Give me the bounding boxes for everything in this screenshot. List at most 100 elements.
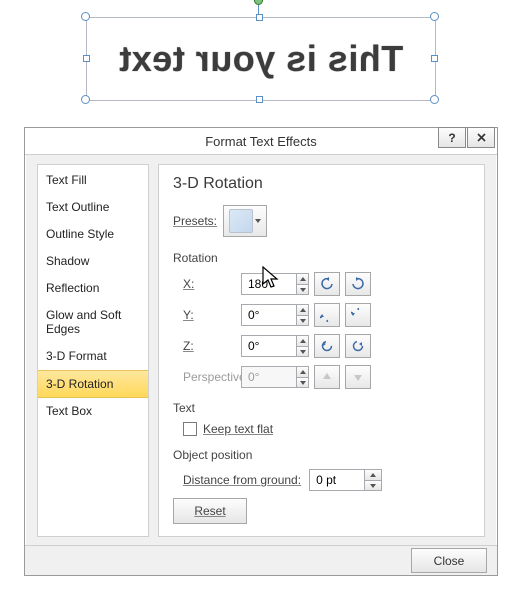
spinner-up-button[interactable] xyxy=(365,470,381,481)
rotation-y-label: Y: xyxy=(183,308,241,322)
resize-handle-e[interactable] xyxy=(431,55,438,62)
sidebar-item-label: Reflection xyxy=(46,281,99,295)
chevron-down-icon xyxy=(370,484,376,488)
distance-spinner[interactable] xyxy=(309,469,382,491)
rotation-z-label: Z: xyxy=(183,339,241,353)
sidebar-item-3d-rotation[interactable]: 3-D Rotation xyxy=(38,370,148,398)
sidebar-item-text-fill[interactable]: Text Fill xyxy=(38,167,148,194)
sidebar-item-glow[interactable]: Glow and Soft Edges xyxy=(38,302,148,343)
text-box-frame[interactable]: This is your text xyxy=(86,17,436,101)
resize-handle-s[interactable] xyxy=(256,96,263,103)
rotate-y-down-button[interactable] xyxy=(345,303,371,327)
spinner-down-button xyxy=(297,378,308,388)
chevron-down-icon xyxy=(255,219,261,223)
rotate-up-icon xyxy=(320,308,334,322)
sidebar-item-text-box[interactable]: Text Box xyxy=(38,398,148,425)
rotation-z-input[interactable] xyxy=(241,335,296,357)
arrow-down-icon xyxy=(352,371,364,383)
presets-label: Presets: xyxy=(173,214,217,228)
rotate-y-up-button[interactable] xyxy=(314,303,340,327)
rotate-cw-icon xyxy=(351,339,365,353)
sidebar-item-outline-style[interactable]: Outline Style xyxy=(38,221,148,248)
rotation-x-spinner[interactable] xyxy=(241,273,309,295)
sidebar-item-label: Text Fill xyxy=(46,173,87,187)
close-x-button[interactable] xyxy=(467,127,495,148)
resize-handle-se[interactable] xyxy=(430,95,439,104)
sidebar-item-label: Glow and Soft Edges xyxy=(46,308,121,336)
rotation-handle[interactable] xyxy=(254,0,263,5)
perspective-input xyxy=(241,366,296,388)
spinner-up-button[interactable] xyxy=(297,305,308,316)
rotate-x-left-button[interactable] xyxy=(314,272,340,296)
resize-handle-sw[interactable] xyxy=(81,95,90,104)
category-sidebar: Text Fill Text Outline Outline Style Sha… xyxy=(37,164,149,537)
rotation-panel: 3-D Rotation Presets: Rotation X: xyxy=(158,164,485,537)
format-text-effects-dialog: Format Text Effects ? Text Fill Text Out… xyxy=(24,127,498,576)
resize-handle-nw[interactable] xyxy=(81,12,90,21)
spinner-down-button[interactable] xyxy=(297,347,308,357)
rotate-z-ccw-button[interactable] xyxy=(314,334,340,358)
dialog-titlebar[interactable]: Format Text Effects ? xyxy=(25,128,497,155)
close-button[interactable]: Close xyxy=(411,548,487,573)
sidebar-item-text-outline[interactable]: Text Outline xyxy=(38,194,148,221)
keep-text-flat-checkbox[interactable]: Keep text flat xyxy=(183,422,472,436)
distance-label: Distance from ground: xyxy=(183,473,301,487)
rotate-right-icon xyxy=(351,277,365,291)
chevron-down-icon xyxy=(300,350,306,354)
help-button[interactable]: ? xyxy=(438,127,466,148)
rotate-x-right-button[interactable] xyxy=(345,272,371,296)
chevron-down-icon xyxy=(300,319,306,323)
rotate-ccw-icon xyxy=(320,339,334,353)
resize-handle-w[interactable] xyxy=(83,55,90,62)
canvas: This is your text Format Text Effects ? … xyxy=(0,0,520,593)
chevron-up-icon xyxy=(300,277,306,281)
rotation-x-input[interactable] xyxy=(241,273,296,295)
rotation-x-label: X: xyxy=(183,277,241,291)
help-icon: ? xyxy=(448,131,455,145)
sidebar-item-label: Outline Style xyxy=(46,227,114,241)
perspective-label: Perspective: xyxy=(183,370,241,384)
chevron-up-icon xyxy=(300,308,306,312)
rotation-y-input[interactable] xyxy=(241,304,296,326)
chevron-up-icon xyxy=(300,370,306,374)
rotate-left-icon xyxy=(320,277,334,291)
dialog-footer: Close xyxy=(25,545,497,575)
chevron-down-icon xyxy=(300,381,306,385)
keep-text-flat-label: Keep text flat xyxy=(203,422,273,436)
reset-button[interactable]: Reset xyxy=(173,498,247,524)
resize-handle-n[interactable] xyxy=(256,14,263,21)
arrow-up-icon xyxy=(321,371,333,383)
rotation-y-spinner[interactable] xyxy=(241,304,309,326)
sidebar-item-3d-format[interactable]: 3-D Format xyxy=(38,343,148,370)
spinner-up-button[interactable] xyxy=(297,336,308,347)
object-position-group-label: Object position xyxy=(173,448,472,462)
close-label: Close xyxy=(434,554,465,568)
resize-handle-ne[interactable] xyxy=(430,12,439,21)
spinner-down-button[interactable] xyxy=(297,285,308,295)
reset-label: Reset xyxy=(194,504,225,518)
panel-heading: 3-D Rotation xyxy=(173,175,472,193)
rotation-z-spinner[interactable] xyxy=(241,335,309,357)
sidebar-item-label: Text Outline xyxy=(46,200,109,214)
text-group-label: Text xyxy=(173,401,472,415)
distance-input[interactable] xyxy=(309,469,364,491)
rotate-z-cw-button[interactable] xyxy=(345,334,371,358)
dialog-title: Format Text Effects xyxy=(25,134,497,149)
sidebar-item-shadow[interactable]: Shadow xyxy=(38,248,148,275)
chevron-up-icon xyxy=(300,339,306,343)
rotate-down-icon xyxy=(351,308,365,322)
spinner-down-button[interactable] xyxy=(297,316,308,326)
spinner-up-button[interactable] xyxy=(297,274,308,285)
chevron-up-icon xyxy=(370,473,376,477)
close-icon xyxy=(477,133,486,142)
preset-swatch-icon xyxy=(229,209,253,233)
spinner-up-button xyxy=(297,367,308,378)
sidebar-item-reflection[interactable]: Reflection xyxy=(38,275,148,302)
rotation-group-label: Rotation xyxy=(173,251,472,265)
perspective-spinner xyxy=(241,366,309,388)
sidebar-item-label: Text Box xyxy=(46,404,92,418)
presets-dropdown[interactable] xyxy=(223,205,267,237)
spinner-down-button[interactable] xyxy=(365,481,381,491)
checkbox-icon xyxy=(183,422,197,436)
sidebar-item-label: 3-D Format xyxy=(46,349,107,363)
